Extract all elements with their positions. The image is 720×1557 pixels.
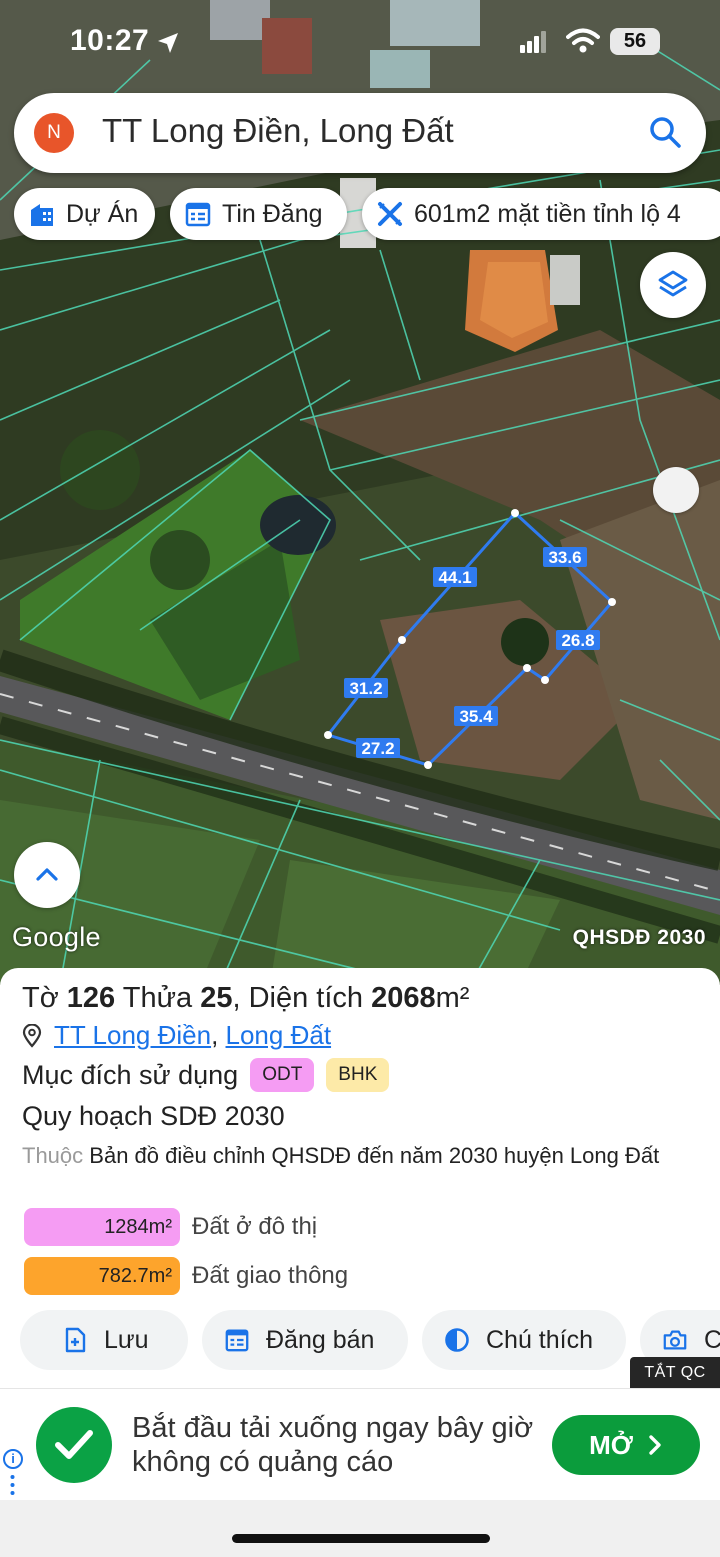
district-link[interactable]: Long Đất <box>226 1020 332 1051</box>
area-unit: m² <box>435 982 470 1014</box>
purpose-label: Mục đích sử dụng <box>22 1059 239 1090</box>
sheet-number: 126 <box>66 982 116 1014</box>
land-use-purpose: Mục đích sử dụng ODT BHK <box>22 1058 390 1092</box>
calendar-list-icon <box>185 202 211 227</box>
zone-label: Đất ở đô thị <box>192 1213 318 1240</box>
checkmark-icon <box>55 1430 93 1459</box>
camera-icon <box>663 1330 687 1350</box>
area-label: Diện tích <box>248 982 364 1014</box>
action-label: C <box>704 1325 720 1354</box>
chip-listing-601m2[interactable]: 601m2 mặt tiền tỉnh lộ 4 <box>362 188 720 240</box>
google-logo: Google <box>12 922 101 952</box>
home-indicator[interactable] <box>232 1534 490 1543</box>
expand-panel-button[interactable] <box>14 842 80 908</box>
belongs-text: Bản đồ điều chỉnh QHSDĐ đến năm 2030 huy… <box>89 1143 660 1168</box>
edge-length-label: 31.2 <box>349 679 382 698</box>
edge-length-label: 27.2 <box>361 739 394 758</box>
action-label: Chú thích <box>486 1325 594 1354</box>
calendar-list-icon <box>225 1329 249 1352</box>
zone-area-bar: 1284m² <box>24 1208 180 1246</box>
avatar[interactable]: N <box>34 113 74 153</box>
clock: 10:27 <box>70 24 150 57</box>
edge-length-label: 44.1 <box>438 568 471 587</box>
area-value: 2068 <box>371 982 436 1014</box>
purpose-badge-bhk: BHK <box>326 1058 390 1092</box>
ad-app-logo <box>36 1407 112 1483</box>
zone-row: 1284m² Đất ở đô thị <box>24 1208 317 1246</box>
chip-label: Tin Đăng <box>222 199 323 228</box>
save-button[interactable]: Lưu <box>20 1310 188 1370</box>
layers-button[interactable] <box>640 252 706 318</box>
ad-banner[interactable]: Bắt đầu tải xuống ngay bây giờ không có … <box>0 1388 720 1500</box>
chevron-up-icon <box>36 868 58 881</box>
map-layer-label: QHSDĐ 2030 <box>572 926 706 949</box>
chevron-right-icon <box>649 1435 661 1455</box>
ad-open-label: MỞ <box>589 1429 633 1460</box>
bottom-bar <box>0 1500 720 1557</box>
addr-comma: , <box>211 1020 226 1050</box>
zone-area-bar: 782.7m² <box>24 1257 180 1295</box>
ruler-cross-icon <box>378 202 402 226</box>
search-input[interactable]: TT Long Điền, Long Đất <box>102 112 454 150</box>
action-label: Lưu <box>104 1325 149 1354</box>
chip-label: 601m2 mặt tiền tỉnh lộ 4 <box>414 199 681 228</box>
ward-link[interactable]: TT Long Điền <box>54 1020 211 1051</box>
compass-button[interactable] <box>653 467 699 513</box>
search-bar[interactable]: N TT Long Điền, Long Đất <box>14 93 706 173</box>
chip-listings[interactable]: Tin Đăng <box>170 188 347 240</box>
wifi-icon <box>566 28 600 53</box>
chip-projects[interactable]: Dự Án <box>14 188 155 240</box>
battery-indicator: 56 <box>610 28 660 55</box>
edge-length-label: 26.8 <box>561 631 594 650</box>
parcel-address: TT Long Điền, Long Đất <box>22 1020 331 1051</box>
plan-source-text: Thuộc Bản đồ điều chỉnh QHSDĐ đến năm 20… <box>22 1139 682 1172</box>
search-icon[interactable] <box>648 115 682 149</box>
cellular-signal-icon <box>520 31 546 53</box>
save-plus-icon <box>65 1327 86 1353</box>
action-label: Đăng bán <box>266 1325 375 1354</box>
building-icon <box>31 204 53 226</box>
chip-label: Dự Án <box>66 199 139 228</box>
edge-length-label: 35.4 <box>459 707 493 726</box>
parcel-title: Tờ 126 Thửa 25, Diện tích 2068m² <box>22 982 469 1015</box>
plot-number: 25 <box>200 982 233 1014</box>
zone-label: Đất giao thông <box>192 1262 349 1289</box>
edge-length-label: 33.6 <box>548 548 581 567</box>
ad-info-icon[interactable]: i <box>3 1449 23 1469</box>
parcel-info-panel: Tờ 126 Thửa 25, Diện tích 2068m² TT Long… <box>0 968 720 1388</box>
ad-open-button[interactable]: MỞ <box>552 1415 700 1475</box>
legend-button[interactable]: Chú thích <box>422 1310 626 1370</box>
title-comma: , <box>232 982 241 1014</box>
post-for-sale-button[interactable]: Đăng bán <box>202 1310 408 1370</box>
plan-heading: Quy hoạch SDĐ 2030 <box>22 1101 285 1131</box>
location-pin-icon <box>22 1023 42 1048</box>
ad-menu-icon[interactable] <box>10 1474 15 1496</box>
purpose-badge-odt: ODT <box>250 1058 315 1092</box>
layers-icon <box>658 270 688 297</box>
zone-row: 782.7m² Đất giao thông <box>24 1257 348 1295</box>
ad-text: Bắt đầu tải xuống ngay bây giờ không có … <box>132 1412 534 1478</box>
location-arrow-icon <box>158 33 178 53</box>
half-circle-icon <box>445 1328 469 1352</box>
sheet-label: Tờ <box>22 982 59 1014</box>
belongs-label: Thuộc <box>22 1143 84 1168</box>
plot-label: Thửa <box>122 982 193 1014</box>
status-bar: 10:27 56 <box>0 0 720 84</box>
close-ads-button[interactable]: TẮT QC <box>630 1357 720 1389</box>
satellite-map[interactable]: 44.1 33.6 26.8 35.4 27.2 31.2 10:27 56 N TT L… <box>0 0 720 985</box>
